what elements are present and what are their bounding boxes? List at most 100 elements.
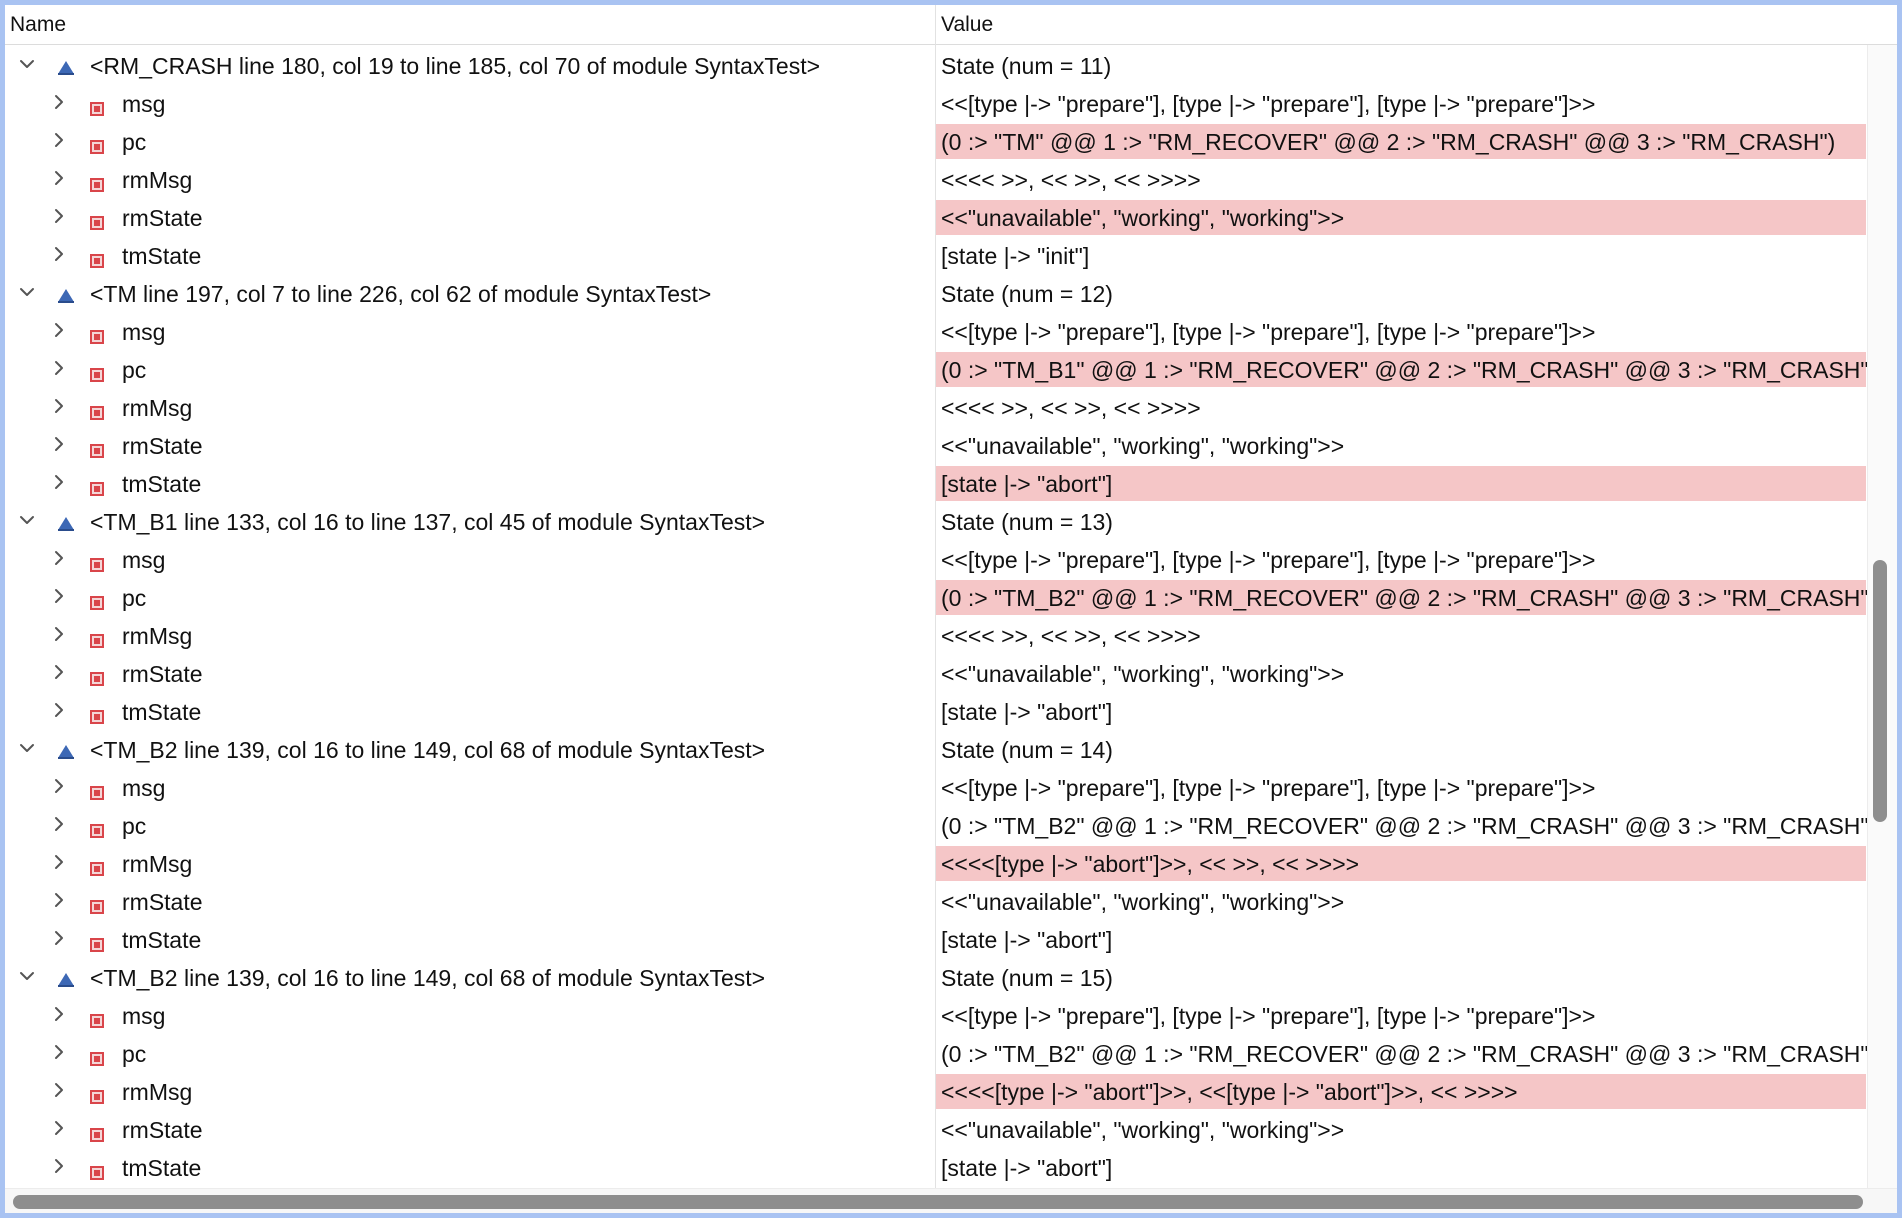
variable-row[interactable]: rmState <<"unavailable", "working", "work…	[5, 425, 1867, 463]
state-label: <TM_B1 line 133, col 16 to line 137, col…	[90, 509, 766, 535]
value-text: (0 :> "TM_B1" @@ 1 :> "RM_RECOVER" @@ 2 …	[941, 357, 1867, 383]
vertical-scrollbar-thumb[interactable]	[1873, 560, 1887, 822]
name-cell: rmMsg	[5, 1071, 935, 1109]
chevron-right-icon[interactable]	[47, 584, 71, 608]
variable-row[interactable]: tmState [state |-> "abort"]	[5, 463, 1867, 501]
square-icon	[90, 1159, 104, 1180]
value-cell: <<<< >>, << >>, << >>>>	[936, 618, 1866, 653]
variable-row[interactable]: rmState <<"unavailable", "working", "work…	[5, 881, 1867, 919]
variable-row[interactable]: rmState <<"unavailable", "working", "work…	[5, 197, 1867, 235]
value-cell-changed: (0 :> "TM_B1" @@ 1 :> "RM_RECOVER" @@ 2 …	[936, 352, 1867, 387]
chevron-right-icon[interactable]	[47, 356, 71, 380]
variable-name: rmMsg	[122, 1079, 193, 1105]
chevron-right-icon[interactable]	[47, 1078, 71, 1102]
chevron-right-icon[interactable]	[47, 546, 71, 570]
variable-row[interactable]: pc (0 :> "TM" @@ 1 :> "RM_RECOVER" @@ 2 :…	[5, 121, 1867, 159]
variable-name: msg	[122, 91, 166, 117]
table-header: Name Value	[5, 5, 1897, 45]
variable-row[interactable]: rmMsg <<<< >>, << >>, << >>>>	[5, 387, 1867, 425]
chevron-right-icon[interactable]	[47, 812, 71, 836]
value-cell: [state |-> "abort"]	[936, 922, 1866, 957]
chevron-right-icon[interactable]	[47, 128, 71, 152]
variable-row[interactable]: rmState <<"unavailable", "working", "work…	[5, 1109, 1867, 1147]
variable-row[interactable]: tmState [state |-> "abort"]	[5, 691, 1867, 729]
value-text: <<[type |-> "prepare"], [type |-> "prepa…	[941, 91, 1596, 117]
variable-row[interactable]: msg <<[type |-> "prepare"], [type |-> "pr…	[5, 995, 1867, 1033]
chevron-right-icon[interactable]	[47, 888, 71, 912]
chevron-down-icon[interactable]	[15, 508, 39, 532]
variable-row[interactable]: rmMsg <<<< >>, << >>, << >>>>	[5, 159, 1867, 197]
triangle-icon	[57, 55, 75, 75]
variable-row[interactable]: rmMsg <<<<[type |-> "abort"]>>, << >>, <<…	[5, 843, 1867, 881]
value-text: [state |-> "abort"]	[941, 471, 1113, 497]
chevron-right-icon[interactable]	[47, 166, 71, 190]
chevron-right-icon[interactable]	[47, 318, 71, 342]
chevron-right-icon[interactable]	[47, 774, 71, 798]
chevron-right-icon[interactable]	[47, 1116, 71, 1140]
variable-row[interactable]: pc (0 :> "TM_B1" @@ 1 :> "RM_RECOVER" @@ …	[5, 349, 1867, 387]
trace-tree-table: Name Value <RM_CRASH line 180, col 19 to…	[5, 5, 1897, 1213]
variable-name: rmState	[122, 433, 203, 459]
variable-row[interactable]: msg <<[type |-> "prepare"], [type |-> "pr…	[5, 83, 1867, 121]
chevron-down-icon[interactable]	[15, 280, 39, 304]
variable-row[interactable]: msg <<[type |-> "prepare"], [type |-> "pr…	[5, 767, 1867, 805]
value-cell: <<[type |-> "prepare"], [type |-> "prepa…	[936, 314, 1866, 349]
variable-row[interactable]: pc (0 :> "TM_B2" @@ 1 :> "RM_RECOVER" @@ …	[5, 805, 1867, 843]
state-label: <RM_CRASH line 180, col 19 to line 185, …	[90, 53, 821, 79]
value-text: <<"unavailable", "working", "working">>	[941, 205, 1345, 231]
value-text: <<"unavailable", "working", "working">>	[941, 889, 1345, 915]
variable-row[interactable]: rmMsg <<<< >>, << >>, << >>>>	[5, 615, 1867, 653]
square-icon	[90, 209, 104, 230]
chevron-down-icon[interactable]	[15, 964, 39, 988]
chevron-right-icon[interactable]	[47, 698, 71, 722]
square-icon	[90, 1007, 104, 1028]
square-icon	[90, 1045, 104, 1066]
state-row[interactable]: <TM_B2 line 139, col 16 to line 149, col…	[5, 729, 1867, 767]
variable-row[interactable]: tmState [state |-> "abort"]	[5, 1147, 1867, 1185]
chevron-right-icon[interactable]	[47, 394, 71, 418]
state-row[interactable]: <TM line 197, col 7 to line 226, col 62 …	[5, 273, 1867, 311]
value-text: [state |-> "abort"]	[941, 699, 1113, 725]
variable-row[interactable]: rmState <<"unavailable", "working", "work…	[5, 653, 1867, 691]
horizontal-scrollbar-thumb[interactable]	[13, 1195, 1863, 1209]
square-icon	[90, 931, 104, 952]
chevron-right-icon[interactable]	[47, 926, 71, 950]
variable-row[interactable]: msg <<[type |-> "prepare"], [type |-> "pr…	[5, 311, 1867, 349]
chevron-right-icon[interactable]	[47, 90, 71, 114]
variable-row[interactable]: msg <<[type |-> "prepare"], [type |-> "pr…	[5, 539, 1867, 577]
state-row[interactable]: <RM_CRASH line 180, col 19 to line 185, …	[5, 45, 1867, 83]
variable-row[interactable]: tmState [state |-> "init"]	[5, 235, 1867, 273]
chevron-down-icon[interactable]	[15, 52, 39, 76]
chevron-right-icon[interactable]	[47, 204, 71, 228]
chevron-right-icon[interactable]	[47, 850, 71, 874]
chevron-right-icon[interactable]	[47, 470, 71, 494]
value-cell: <<<< >>, << >>, << >>>>	[936, 390, 1866, 425]
variable-row[interactable]: tmState [state |-> "abort"]	[5, 919, 1867, 957]
value-text: State (num = 15)	[941, 965, 1113, 991]
chevron-right-icon[interactable]	[47, 1154, 71, 1178]
value-cell-changed: (0 :> "TM_B2" @@ 1 :> "RM_RECOVER" @@ 2 …	[936, 580, 1867, 615]
name-cell: msg	[5, 767, 935, 805]
chevron-right-icon[interactable]	[47, 432, 71, 456]
chevron-right-icon[interactable]	[47, 1002, 71, 1026]
variable-row[interactable]: rmMsg <<<<[type |-> "abort"]>>, <<[type |…	[5, 1071, 1867, 1109]
chevron-down-icon[interactable]	[15, 736, 39, 760]
value-text: <<<< >>, << >>, << >>>>	[941, 395, 1201, 421]
name-cell: rmMsg	[5, 615, 935, 653]
state-row[interactable]: <TM_B2 line 139, col 16 to line 149, col…	[5, 957, 1867, 995]
chevron-right-icon[interactable]	[47, 1040, 71, 1064]
state-row[interactable]: <TM_B1 line 133, col 16 to line 137, col…	[5, 501, 1867, 539]
name-cell: pc	[5, 805, 935, 843]
chevron-right-icon[interactable]	[47, 242, 71, 266]
name-cell: <TM_B2 line 139, col 16 to line 149, col…	[5, 957, 935, 995]
variable-row[interactable]: pc (0 :> "TM_B2" @@ 1 :> "RM_RECOVER" @@ …	[5, 1033, 1867, 1071]
chevron-right-icon[interactable]	[47, 660, 71, 684]
value-cell: <<[type |-> "prepare"], [type |-> "prepa…	[936, 86, 1866, 121]
name-cell: msg	[5, 995, 935, 1033]
square-icon	[90, 323, 104, 344]
variable-row[interactable]: pc (0 :> "TM_B2" @@ 1 :> "RM_RECOVER" @@ …	[5, 577, 1867, 615]
column-header-value[interactable]: Value	[941, 13, 993, 37]
chevron-right-icon[interactable]	[47, 622, 71, 646]
square-icon	[90, 437, 104, 458]
column-header-name[interactable]: Name	[10, 13, 66, 37]
